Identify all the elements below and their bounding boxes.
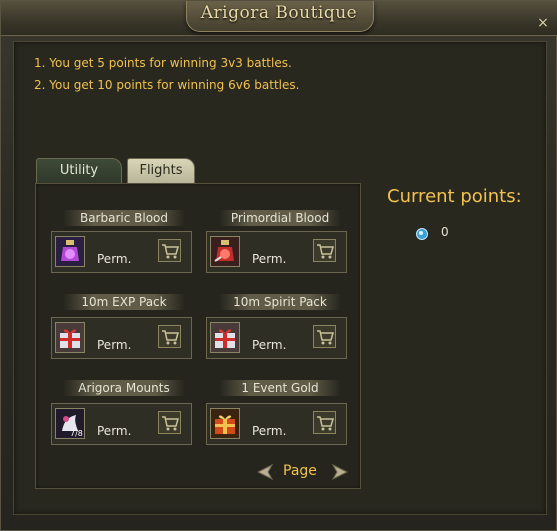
cart-icon[interactable] [158,239,181,262]
item-duration: Perm. [97,252,132,266]
gold-gift-icon [210,408,240,439]
boutique-window: Arigora Boutique × 1. You get 5 points f… [0,0,557,531]
shop-item[interactable]: Perm. [206,403,347,445]
rule-text: 1. You get 5 points for winning 3v3 batt… [34,56,292,70]
shop-item[interactable]: Perm. [51,317,192,359]
item-name: 1 Event Gold [219,380,341,396]
shop-item[interactable]: Perm. [206,317,347,359]
item-name: 10m EXP Pack [63,294,185,310]
item-name: Arigora Mounts [63,380,185,396]
rule-text: 2. You get 10 points for winning 6v6 bat… [34,78,300,92]
mount-card-icon: 7/8 [55,408,85,439]
tab-flights[interactable]: Flights [127,158,195,184]
prev-page-arrow-icon[interactable] [254,463,274,485]
item-duration: Perm. [252,424,287,438]
cart-icon[interactable] [313,411,336,434]
item-name: Primordial Blood [219,210,341,226]
cart-icon[interactable] [313,239,336,262]
gift-box-icon [55,322,85,353]
next-page-arrow-icon[interactable] [331,463,351,485]
shop-item[interactable]: Perm. [206,231,347,273]
svg-text:7/8: 7/8 [70,429,83,438]
red-potion-icon [210,236,240,267]
window-title: Arigora Boutique [200,3,358,23]
item-name: 10m Spirit Pack [219,294,341,310]
shop-item[interactable]: 7/8 Perm. [51,403,192,445]
close-icon[interactable]: × [535,15,551,31]
item-duration: Perm. [97,424,132,438]
tab-utility[interactable]: Utility [36,158,122,184]
cart-icon[interactable] [158,411,181,434]
item-duration: Perm. [252,252,287,266]
gift-box-icon [210,322,240,353]
purple-potion-icon [55,236,85,267]
current-points-title: Current points: [387,186,522,207]
gem-icon [416,225,428,240]
page-label: Page [283,463,317,479]
current-points-value: 0 [441,225,449,239]
cart-icon[interactable] [158,325,181,348]
shop-item[interactable]: Perm. [51,231,192,273]
item-duration: Perm. [97,338,132,352]
item-name: Barbaric Blood [63,210,185,226]
cart-icon[interactable] [313,325,336,348]
item-duration: Perm. [252,338,287,352]
